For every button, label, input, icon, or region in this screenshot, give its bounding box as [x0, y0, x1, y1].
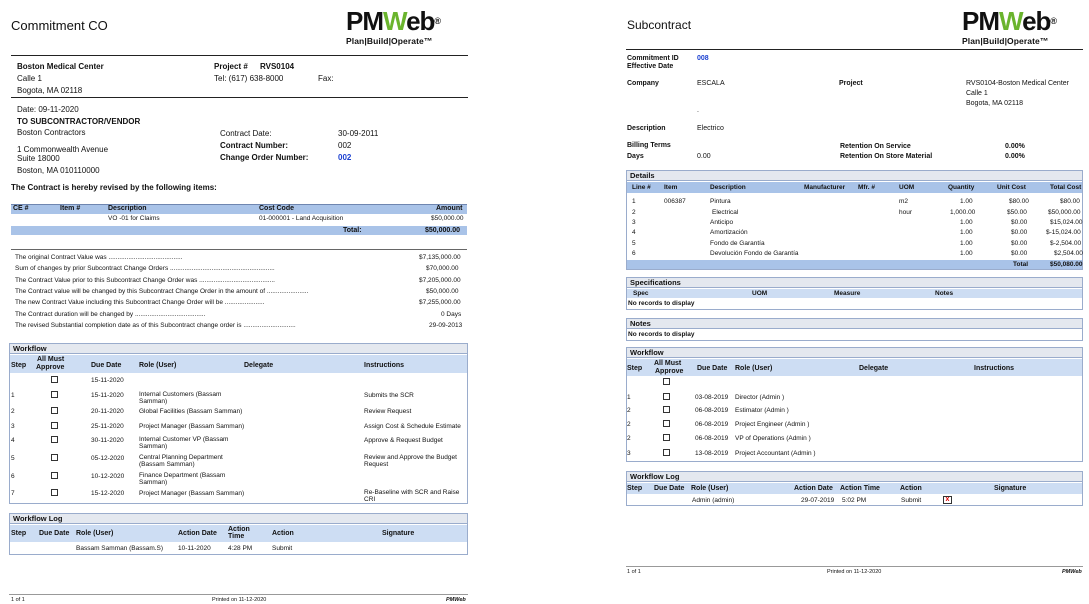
details-total-value: $50,080.00	[1050, 261, 1083, 268]
retention-store-value: 0.00%	[1005, 153, 1025, 160]
header-divider	[626, 49, 1083, 50]
items-col-costcode: Cost Code	[259, 205, 294, 212]
retention-service-label: Retention On Service	[840, 143, 911, 150]
approve-checkbox[interactable]	[51, 472, 58, 479]
subcontract-page: Subcontract PMWeb® Plan|Build|Operate™ C…	[617, 0, 1089, 604]
client-divider	[11, 97, 468, 98]
approve-checkbox[interactable]	[51, 489, 58, 496]
specifications-empty: No records to display	[628, 300, 695, 307]
header-divider	[11, 55, 468, 56]
vendor-address1: 1 Commonwealth Avenue	[17, 145, 109, 154]
project-label: Project #	[214, 62, 248, 71]
details-title: Details	[626, 170, 1083, 181]
summary-divider	[11, 249, 467, 250]
project-number: RVS0104	[260, 62, 295, 71]
project-tel: Tel: (617) 638-8000	[214, 74, 284, 83]
approve-checkbox[interactable]	[663, 406, 670, 413]
details-total-label: Total	[1013, 261, 1029, 268]
notes-empty: No records to display	[628, 331, 695, 338]
items-total-label: Total:	[343, 227, 362, 234]
items-total-value: $50,000.00	[425, 227, 461, 234]
commitment-id-label: Commitment ID	[627, 55, 679, 62]
change-order-value[interactable]: 002	[338, 153, 351, 162]
workflow-title: Workflow	[626, 347, 1083, 358]
approve-checkbox[interactable]	[51, 376, 58, 383]
to-vendor-label: TO SUBCONTRACTOR/VENDOR	[17, 117, 141, 126]
commitment-co-page: Commitment CO PMWeb® Plan|Build|Operate™…	[0, 0, 478, 604]
client-city: Bogota, MA 02118	[17, 86, 83, 95]
approve-checkbox[interactable]	[51, 391, 58, 398]
approve-checkbox[interactable]	[51, 407, 58, 414]
page-title: Subcontract	[627, 18, 692, 32]
page-title: Commitment CO	[11, 18, 108, 33]
workflow-log-title: Workflow Log	[626, 471, 1083, 482]
description-label: Description	[627, 125, 666, 132]
project-city: Bogota, MA 02118	[966, 100, 1024, 107]
workflow-title: Workflow	[9, 343, 468, 354]
change-order-label: Change Order Number:	[220, 153, 309, 162]
project-address: Calle 1	[966, 90, 988, 97]
approve-checkbox[interactable]	[663, 378, 670, 385]
workflow-log-title: Workflow Log	[9, 513, 468, 524]
footer-printed: Printed on 11-12-2020	[827, 569, 882, 575]
retention-service-value: 0.00%	[1005, 143, 1025, 150]
client-address: Calle 1	[17, 74, 42, 83]
footer-brand: PMWeb	[446, 597, 466, 603]
contract-number-label: Contract Number:	[220, 141, 289, 150]
specifications-title: Specifications	[626, 277, 1083, 288]
contract-date-value: 30-09-2011	[338, 129, 379, 138]
co-date: Date: 09-11-2020	[17, 105, 79, 114]
project-label: Project	[839, 80, 863, 87]
project-value: RVS0104-Boston Medical Center	[966, 80, 1069, 87]
approve-checkbox[interactable]	[663, 434, 670, 441]
days-label: Days	[627, 153, 644, 160]
company-label: Company	[627, 80, 659, 87]
footer-page: 1 of 1	[627, 569, 641, 575]
vendor-city: Boston, MA 010110000	[17, 166, 100, 175]
approve-checkbox[interactable]	[663, 393, 670, 400]
contract-date-label: Contract Date:	[220, 129, 272, 138]
contract-number-value: 002	[338, 141, 352, 150]
approve-checkbox[interactable]	[51, 436, 58, 443]
billing-terms-label: Billing Terms	[627, 142, 671, 149]
footer-brand: PMWeb	[1062, 569, 1082, 575]
signature-broken-image-icon: x	[943, 496, 952, 504]
approve-checkbox[interactable]	[51, 422, 58, 429]
items-col-ce: CE #	[13, 205, 29, 212]
effective-date-label: Effective Date	[627, 63, 674, 70]
company-value: ESCALA	[697, 80, 725, 87]
footer-page: 1 of 1	[11, 597, 25, 603]
pmweb-logo: PMWeb® Plan|Build|Operate™	[346, 6, 441, 46]
approve-checkbox[interactable]	[663, 420, 670, 427]
items-total-row	[11, 226, 467, 235]
vendor-address2: Suite 18000	[17, 154, 60, 163]
items-col-item: Item #	[60, 205, 81, 212]
pmweb-logo: PMWeb® Plan|Build|Operate™	[962, 6, 1057, 46]
items-col-description: Description	[108, 205, 147, 212]
vendor-name: Boston Contractors	[17, 128, 86, 137]
days-value: 0.00	[697, 153, 711, 160]
approve-checkbox[interactable]	[663, 449, 670, 456]
project-fax: Fax:	[318, 74, 334, 83]
items-col-amount: Amount	[436, 205, 463, 212]
approve-checkbox[interactable]	[51, 454, 58, 461]
notes-title: Notes	[626, 318, 1083, 329]
description-value: Electrico	[697, 125, 724, 132]
revised-text: The Contract is hereby revised by the fo…	[11, 183, 217, 192]
client-name: Boston Medical Center	[17, 62, 104, 71]
retention-store-label: Retention On Store Material	[840, 153, 933, 160]
footer-printed: Printed on 11-12-2020	[212, 597, 267, 603]
commitment-id-link[interactable]: 008	[697, 55, 709, 62]
